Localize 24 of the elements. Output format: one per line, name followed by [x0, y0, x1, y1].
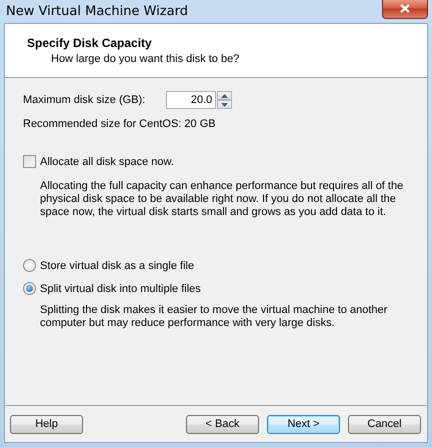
allocate-description: Allocating the full capacity can enhance performance but requires all of the physical disk space to be available right now. If you do not allocate all the space now, the virtual disk starts small and grows as you add data to it. [40, 180, 404, 219]
back-button[interactable]: < Back [186, 414, 259, 434]
next-button[interactable]: Next > [267, 414, 340, 434]
radio-label[interactable]: Store virtual disk as a single file [40, 260, 194, 272]
spin-down-button[interactable] [217, 100, 232, 109]
disk-size-label: Maximum disk size (GB): [23, 94, 146, 106]
split-description: Splitting the disk makes it easier to move the virtual machine to another computer but may reduce performance with very large disks. [40, 304, 388, 330]
recommendation-text: Recommended size for CentOS: 20 GB [23, 118, 217, 130]
radio-button[interactable] [23, 282, 36, 295]
cancel-button[interactable]: Cancel [348, 414, 421, 434]
up-arrow-icon [221, 94, 228, 98]
page-title: Specify Disk Capacity [27, 36, 153, 50]
disk-size-field[interactable]: 20.0 [166, 91, 216, 109]
close-icon [400, 4, 410, 13]
window-title: New Virtual Machine Wizard [6, 4, 188, 19]
checkbox[interactable] [23, 155, 36, 168]
radio-label[interactable]: Split virtual disk into multiple files [40, 282, 201, 294]
help-button[interactable]: Help [10, 414, 83, 434]
close-button[interactable] [382, 0, 428, 19]
radio-button[interactable] [23, 259, 36, 272]
page-subtitle: How large do you want this disk to be? [51, 53, 240, 65]
down-arrow-icon [221, 102, 228, 106]
checkbox-label[interactable]: Allocate all disk space now. [40, 156, 174, 168]
spin-up-button[interactable] [217, 91, 232, 100]
